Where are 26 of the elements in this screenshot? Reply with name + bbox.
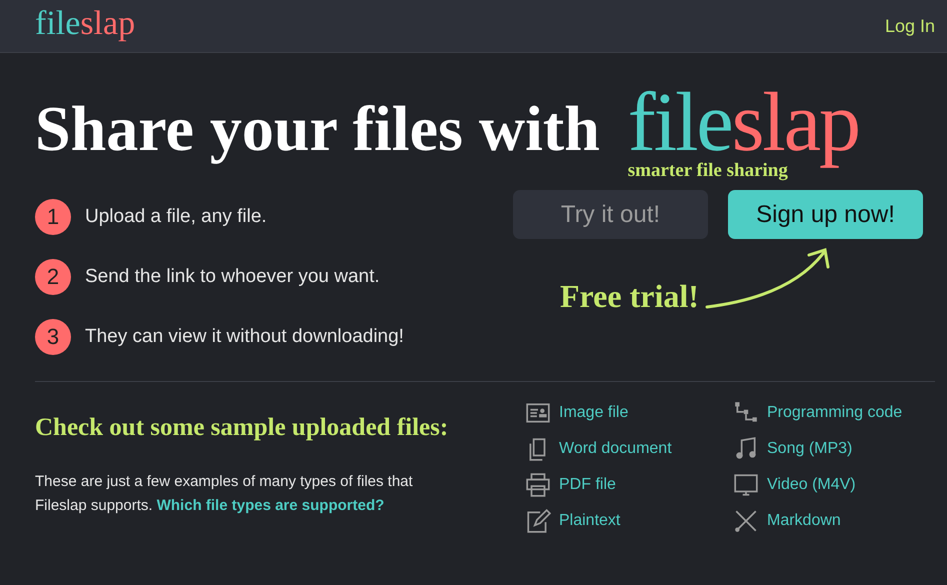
file-link[interactable]: Plaintext <box>559 512 620 530</box>
file-link[interactable]: PDF file <box>559 476 616 494</box>
login-link[interactable]: Log In <box>884 16 935 36</box>
file-link[interactable]: Video (M4V) <box>767 476 856 494</box>
supported-types-link[interactable]: Which file types are supported? <box>156 497 384 514</box>
headline: Share your files with <box>35 93 600 165</box>
file-link[interactable]: Markdown <box>767 512 841 530</box>
file-link[interactable]: Image file <box>559 404 628 422</box>
monitor-icon <box>733 472 759 498</box>
file-link[interactable]: Word document <box>559 440 672 458</box>
free-trial-label: Free trial! <box>560 278 699 315</box>
step-number: 2 <box>35 259 71 295</box>
description: These are just a few examples of many types of files that Fileslap supports. Which file types are supported? <box>35 472 414 516</box>
step-text: Send the link to whoever you want. <box>85 266 380 288</box>
step-text: They can view it without downloading! <box>85 326 404 348</box>
sign-up-button[interactable]: Sign up now! <box>728 190 923 239</box>
section-heading: Check out some sample uploaded files: <box>35 414 450 442</box>
step-text: Upload a file, any file. <box>85 206 267 228</box>
try-button[interactable]: Try it out! <box>513 190 708 239</box>
step-number: 1 <box>35 199 71 235</box>
logo[interactable]: fileslap <box>35 6 136 42</box>
printer-icon <box>525 472 551 498</box>
pencil-note-icon <box>525 508 551 534</box>
file-link[interactable]: Programming code <box>767 404 902 422</box>
file-link[interactable]: Song (MP3) <box>767 440 852 458</box>
step-number: 3 <box>35 319 71 355</box>
